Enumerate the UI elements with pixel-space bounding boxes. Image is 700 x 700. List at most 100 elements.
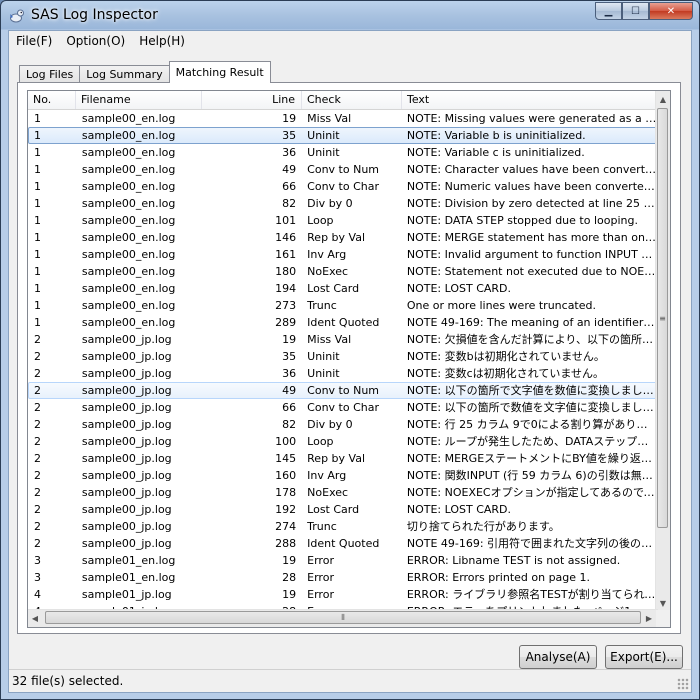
cell-no: 1 (34, 214, 41, 227)
cell-line: 36 (282, 146, 297, 159)
table-row[interactable]: 2 sample00_jp.log 192 Lost Card NOTE: LOST C… (28, 501, 658, 518)
minimize-button[interactable]: ▁ (595, 2, 622, 20)
scroll-right-icon[interactable]: ▶ (642, 610, 656, 626)
cell-text: NOTE 49-169: The meaning of an identifie… (406, 316, 657, 329)
table-row[interactable]: 1 sample00_en.log 66 Conv to Char NOTE: Nume… (28, 178, 658, 195)
cell-filename: sample00_jp.log (81, 503, 172, 516)
results-list[interactable]: No. Filename Line Check Text 1 sample00_e… (27, 90, 671, 628)
title-bar[interactable]: SAS Log Inspector ▁ ☐ ✕ (1, 1, 699, 30)
cell-no: 2 (34, 367, 41, 380)
cell-filename: sample01_en.log (81, 554, 176, 567)
table-row[interactable]: 2 sample00_jp.log 66 Conv to Char NOTE: 以下の箇… (28, 399, 658, 416)
column-header-no[interactable]: No. (28, 91, 76, 109)
table-row[interactable]: 2 sample00_jp.log 145 Rep by Val NOTE: MERGE… (28, 450, 658, 467)
menu-file[interactable]: File(F) (9, 34, 59, 48)
table-row[interactable]: 1 sample00_en.log 161 Inv Arg NOTE: Invalid … (28, 246, 658, 263)
table-row[interactable]: 1 sample00_en.log 180 NoExec NOTE: Statement… (28, 263, 658, 280)
cell-text: NOTE 49-169: 引用符で囲まれた文字列の後の識別子の... (406, 537, 657, 550)
table-row[interactable]: 2 sample00_jp.log 288 Ident Quoted NOTE 49-1… (28, 535, 658, 552)
close-icon: ✕ (666, 5, 676, 17)
table-row[interactable]: 1 sample00_en.log 82 Div by 0 NOTE: Division… (28, 195, 658, 212)
table-row[interactable]: 2 sample00_jp.log 35 Uninit NOTE: 変数bは初期化されて… (28, 348, 658, 365)
maximize-button[interactable]: ☐ (622, 2, 649, 20)
table-row[interactable]: 1 sample00_en.log 35 Uninit NOTE: Variable b… (28, 127, 658, 144)
scroll-left-icon[interactable]: ◀ (28, 610, 42, 626)
cell-no: 1 (34, 265, 41, 278)
cell-text: 切り捨てられた行があります。 (406, 520, 560, 533)
table-row[interactable]: 4 sample01_jp.log 19 Error ERROR: ライブラリ参照名TE… (28, 586, 658, 603)
cell-filename: sample00_jp.log (81, 384, 172, 397)
status-bar: 32 file(s) selected. (9, 669, 691, 692)
cell-line: 289 (275, 316, 297, 329)
table-row[interactable]: 2 sample00_jp.log 36 Uninit NOTE: 変数cは初期化されて… (28, 365, 658, 382)
tab-strip: Log Files Log Summary Matching Result (19, 61, 271, 83)
cell-filename: sample00_jp.log (81, 469, 172, 482)
table-row[interactable]: 2 sample00_jp.log 100 Loop NOTE: ループが発生したため、… (28, 433, 658, 450)
cell-no: 2 (34, 401, 41, 414)
table-row[interactable]: 1 sample00_en.log 19 Miss Val NOTE: Missing … (28, 110, 658, 127)
scroll-down-icon[interactable]: ▼ (656, 595, 670, 611)
cell-no: 1 (34, 231, 41, 244)
table-row[interactable]: 1 sample00_en.log 273 Trunc One or more lin… (28, 297, 658, 314)
analyse-button[interactable]: Analyse(A) (519, 645, 597, 669)
cell-line: 36 (282, 367, 297, 380)
cell-check: Loop (307, 435, 334, 448)
horizontal-scroll-thumb[interactable]: ⦀ (45, 611, 641, 624)
vertical-scrollbar[interactable]: ▲ ≡ ▼ (655, 91, 670, 611)
column-header-line[interactable]: Line (202, 91, 302, 109)
cell-line: 66 (282, 180, 297, 193)
table-row[interactable]: 1 sample00_en.log 289 Ident Quoted NOTE 49-1… (28, 314, 658, 331)
cell-filename: sample00_en.log (81, 180, 176, 193)
resize-grip-icon[interactable] (677, 678, 689, 690)
column-header-filename[interactable]: Filename (76, 91, 202, 109)
table-row[interactable]: 2 sample00_jp.log 19 Miss Val NOTE: 欠損値を含んだ計… (28, 331, 658, 348)
tab-log-files[interactable]: Log Files (19, 65, 81, 83)
menu-help[interactable]: Help(H) (132, 34, 192, 48)
horizontal-scrollbar[interactable]: ◀ ⦀ ▶ (28, 609, 658, 627)
table-row[interactable]: 3 sample01_en.log 28 Error ERROR: Errors pri… (28, 569, 658, 586)
cell-text: NOTE: 変数bは初期化されていません。 (406, 350, 605, 363)
scroll-up-icon[interactable]: ▲ (656, 91, 670, 107)
cell-filename: sample00_jp.log (81, 418, 172, 431)
cell-text: NOTE: 関数INPUT (行 59 カラム 6)の引数は無効です。 (406, 469, 657, 482)
cell-check: Inv Arg (307, 248, 347, 261)
cell-line: 19 (282, 333, 297, 346)
cell-filename: sample00_jp.log (81, 486, 172, 499)
table-row[interactable]: 2 sample00_jp.log 178 NoExec NOTE: NOEXECオプシ… (28, 484, 658, 501)
close-button[interactable]: ✕ (649, 2, 693, 20)
cell-check: Lost Card (307, 282, 360, 295)
table-row[interactable]: 1 sample00_en.log 36 Uninit NOTE: Variable c… (28, 144, 658, 161)
table-row[interactable]: 3 sample01_en.log 19 Error ERROR: Libname TE… (28, 552, 658, 569)
export-button[interactable]: Export(E)... (605, 645, 683, 669)
menu-option[interactable]: Option(O) (59, 34, 132, 48)
cell-line: 178 (275, 486, 297, 499)
table-row[interactable]: 1 sample00_en.log 49 Conv to Num NOTE: Chara… (28, 161, 658, 178)
table-row[interactable]: 1 sample00_en.log 194 Lost Card NOTE: LOST C… (28, 280, 658, 297)
cell-no: 2 (34, 435, 41, 448)
table-row[interactable]: 1 sample00_en.log 146 Rep by Val NOTE: MERGE… (28, 229, 658, 246)
cell-filename: sample00_jp.log (81, 520, 172, 533)
cell-line: 145 (275, 452, 297, 465)
table-row[interactable]: 2 sample00_jp.log 274 Trunc 切り捨てられた行があります。 (28, 518, 658, 535)
tab-log-summary[interactable]: Log Summary (79, 65, 170, 83)
tab-matching-result[interactable]: Matching Result (168, 61, 271, 83)
vertical-scroll-thumb[interactable]: ≡ (657, 108, 668, 528)
app-icon (10, 9, 24, 23)
cell-check: Error (307, 554, 334, 567)
matching-result-panel: No. Filename Line Check Text 1 sample00_e… (17, 82, 681, 634)
cell-line: 160 (275, 469, 297, 482)
cell-text: NOTE: LOST CARD. (406, 503, 512, 516)
table-row[interactable]: 1 sample00_en.log 101 Loop NOTE: DATA STEP s… (28, 212, 658, 229)
column-header-text[interactable]: Text (402, 91, 658, 109)
table-row[interactable]: 2 sample00_jp.log 82 Div by 0 NOTE: 行 25 カラム… (28, 416, 658, 433)
table-row[interactable]: 2 sample00_jp.log 160 Inv Arg NOTE: 関数INPUT … (28, 467, 658, 484)
cell-check: Loop (307, 214, 334, 227)
column-header-check[interactable]: Check (302, 91, 402, 109)
cell-check: Lost Card (307, 503, 360, 516)
table-row[interactable]: 2 sample00_jp.log 49 Conv to Num NOTE: 以下の箇所… (28, 382, 658, 399)
cell-no: 2 (34, 503, 41, 516)
scroll-corner (656, 610, 670, 627)
cell-line: 288 (275, 537, 297, 550)
caption-buttons: ▁ ☐ ✕ (595, 2, 693, 21)
cell-text: ERROR: Libname TEST is not assigned. (406, 554, 621, 567)
